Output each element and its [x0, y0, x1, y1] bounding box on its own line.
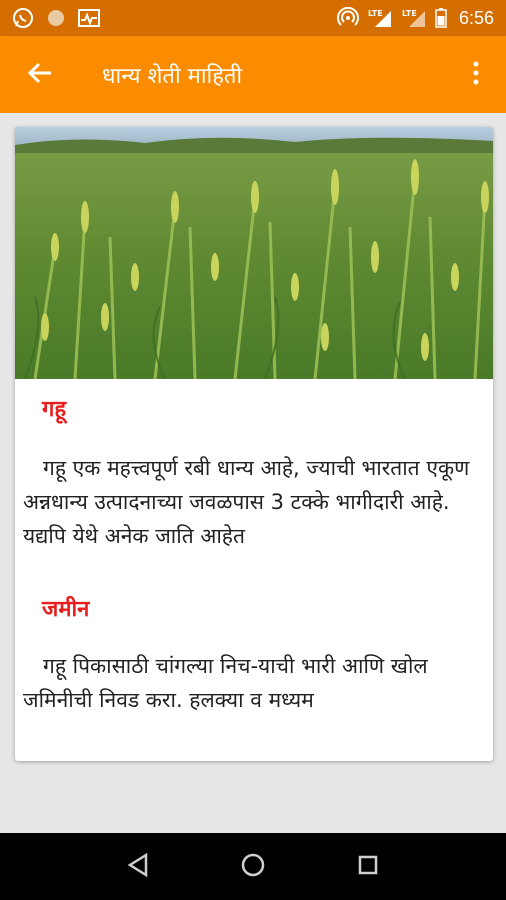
back-button[interactable] [0, 36, 80, 113]
svg-text:LTE: LTE [368, 9, 383, 18]
section-heading: जमीन [42, 597, 90, 622]
status-right: LTE LTE 6:56 [336, 7, 506, 29]
nav-back-button[interactable] [108, 842, 168, 892]
recents-square-icon [357, 854, 379, 880]
content-area[interactable]: गहू गहू एक महत्त्वपूर्ण रबी धान्य आहे, ज… [0, 113, 506, 833]
svg-text:LTE: LTE [402, 9, 417, 18]
nav-home-button[interactable] [223, 842, 283, 892]
wheat-field-image [15, 127, 493, 379]
activity-chart-icon [78, 8, 100, 28]
clock-time: 6:56 [458, 7, 494, 28]
nav-recents-button[interactable] [338, 842, 398, 892]
overflow-menu-button[interactable] [446, 36, 506, 113]
whatsapp-icon [12, 7, 34, 29]
hotspot-icon [336, 7, 359, 29]
home-circle-icon [240, 852, 266, 882]
status-left [0, 7, 100, 29]
arrow-back-icon [27, 61, 53, 89]
circle-notification-icon [46, 8, 66, 28]
status-bar: LTE LTE 6:56 [0, 0, 506, 36]
info-card: गहू गहू एक महत्त्वपूर्ण रबी धान्य आहे, ज… [15, 127, 493, 761]
section-text: गहू एक महत्त्वपूर्ण रबी धान्य आहे, ज्याच… [23, 456, 470, 548]
back-triangle-icon [127, 852, 149, 881]
section-heading: गहू [42, 397, 67, 422]
page-title: धान्य शेती माहिती [102, 63, 243, 89]
battery-icon [435, 8, 447, 28]
lte-signal-icon: LTE [367, 7, 393, 29]
system-nav-bar [0, 833, 506, 900]
app-bar: धान्य शेती माहिती [0, 36, 506, 113]
section-text: गहू पिकासाठी चांगल्या निच-याची भारी आणि … [23, 654, 428, 712]
lte-signal-icon: LTE [401, 7, 427, 29]
more-vert-icon [473, 61, 479, 89]
